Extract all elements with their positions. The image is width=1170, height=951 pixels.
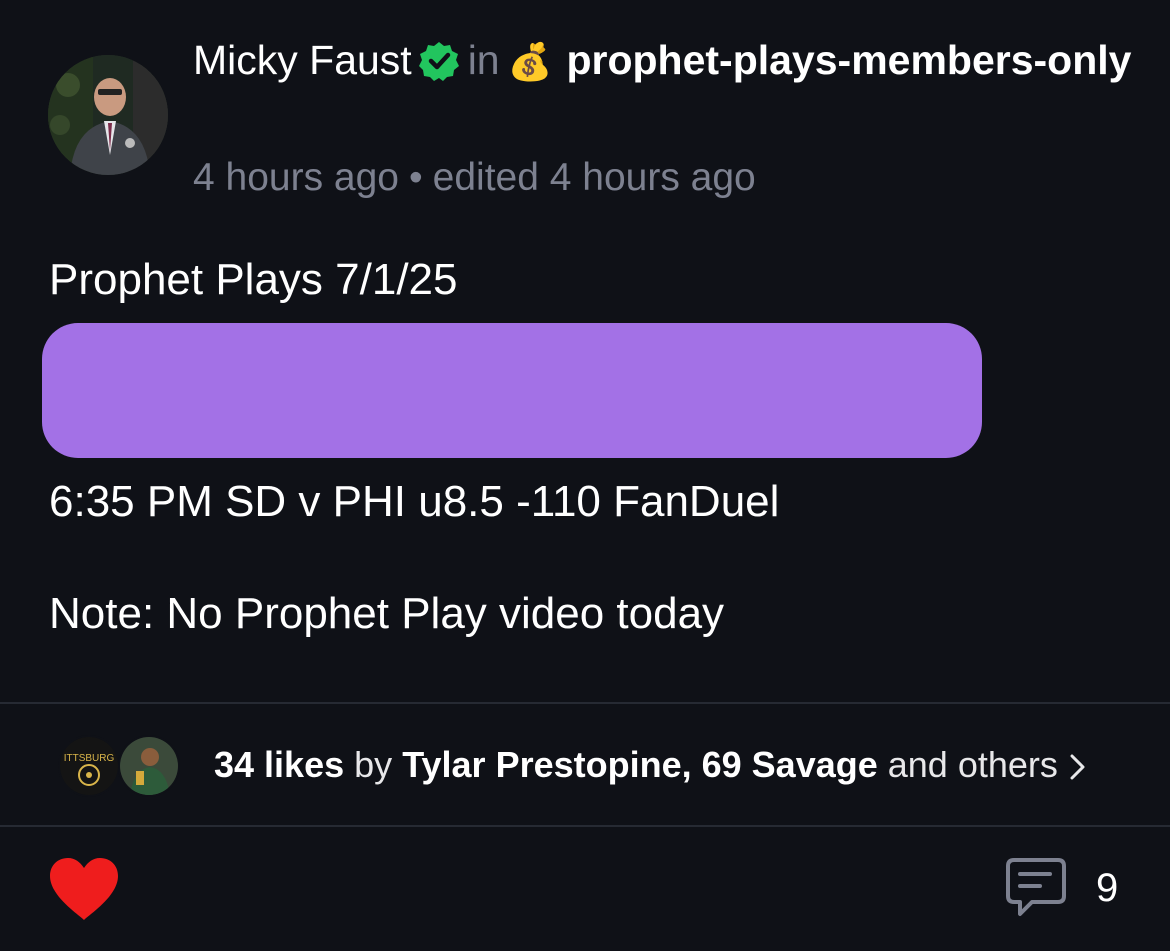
likes-by-label: by	[354, 744, 393, 785]
comment-icon	[1004, 858, 1068, 924]
like-button[interactable]	[48, 856, 120, 922]
post-header: Micky Faust in 💰 prophet-plays-members-onl…	[193, 30, 1143, 98]
post-meta: 4 hours ago • edited 4 hours ago	[193, 150, 756, 206]
edited-label: edited 4 hours ago	[432, 156, 756, 199]
comment-count: 9	[1096, 866, 1119, 910]
author-name[interactable]: Micky Faust	[193, 37, 412, 83]
comment-button[interactable]	[1004, 856, 1068, 920]
divider-top	[0, 702, 1170, 704]
likes-summary[interactable]: ITTSBURG 34 likes by Tylar Prestopine, 6…	[0, 705, 1170, 825]
post-play-line: 6:35 PM SD v PHI u8.5 -110 FanDuel	[49, 477, 780, 526]
post-note: Note: No Prophet Play video today	[49, 589, 725, 638]
chevron-right-icon	[1068, 740, 1088, 800]
spoiler-block[interactable]	[42, 323, 982, 458]
post-card: Micky Faust in 💰 prophet-plays-members-onl…	[0, 0, 1170, 951]
post-title: Prophet Plays 7/1/25	[49, 255, 458, 304]
meta-separator: •	[409, 156, 423, 199]
likes-text: 34 likes by Tylar Prestopine, 69 Savage …	[214, 735, 1088, 800]
action-bar: 9	[0, 828, 1170, 951]
verified-badge-icon	[418, 38, 460, 98]
liker-avatar	[118, 735, 180, 797]
community-name[interactable]: prophet-plays-members-only	[566, 37, 1131, 83]
money-bag-icon: 💰	[507, 41, 553, 82]
liker-avatar: ITTSBURG	[58, 735, 120, 797]
in-label: in	[467, 37, 500, 83]
likes-count: 34 likes	[214, 744, 345, 785]
post-time: 4 hours ago	[193, 156, 399, 199]
svg-text:ITTSBURG: ITTSBURG	[64, 753, 115, 764]
liker-names[interactable]: Tylar Prestopine, 69 Savage	[402, 744, 878, 785]
likes-others-label: and others	[887, 744, 1058, 785]
heart-icon	[48, 858, 120, 926]
author-avatar[interactable]	[48, 55, 168, 175]
divider-bottom	[0, 825, 1170, 827]
